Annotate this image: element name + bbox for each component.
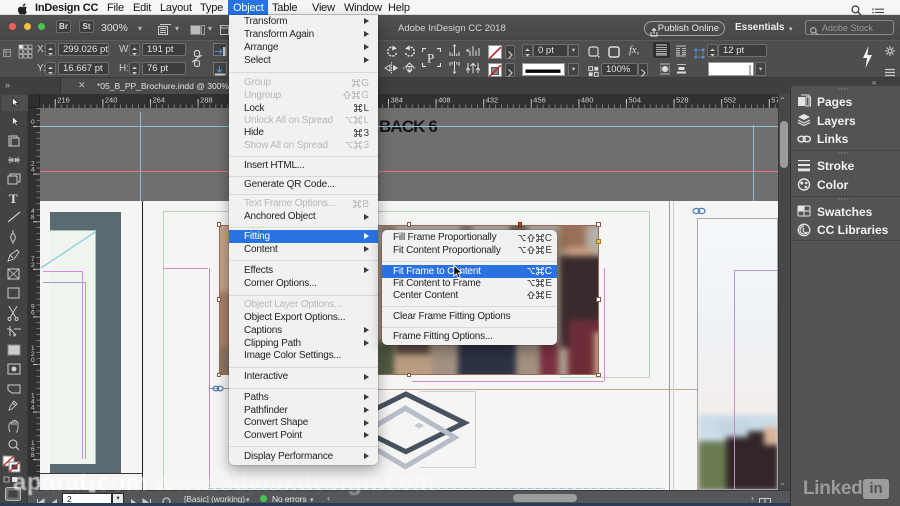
svg-text:408: 408 [438, 96, 451, 105]
svg-text:4: 4 [31, 167, 35, 174]
svg-text:6: 6 [31, 309, 35, 316]
svg-text:528: 528 [676, 96, 689, 105]
svg-text:0: 0 [31, 357, 35, 364]
svg-text:240: 240 [105, 96, 118, 105]
svg-text:0: 0 [31, 119, 35, 126]
svg-text:2: 2 [31, 262, 35, 269]
svg-text:456: 456 [533, 96, 546, 105]
svg-text:432: 432 [486, 96, 499, 105]
svg-text:384: 384 [391, 96, 404, 105]
svg-text:480: 480 [581, 96, 594, 105]
svg-text:P: P [427, 51, 434, 66]
svg-text:4: 4 [31, 405, 35, 412]
svg-text:8: 8 [31, 214, 35, 221]
svg-text:504: 504 [629, 96, 642, 105]
svg-text:8: 8 [31, 452, 35, 459]
svg-text:288: 288 [200, 96, 213, 105]
svg-text:576: 576 [771, 96, 778, 105]
svg-text:T: T [9, 191, 18, 206]
svg-text:216: 216 [57, 96, 70, 105]
svg-text:552: 552 [724, 96, 737, 105]
svg-text:264: 264 [153, 96, 166, 105]
